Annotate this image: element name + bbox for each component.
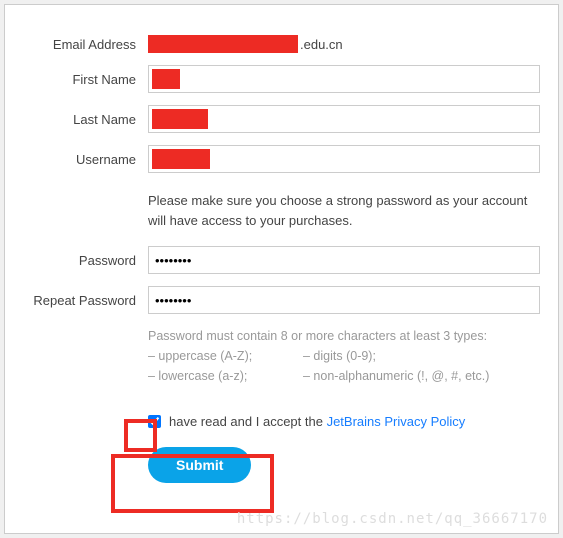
agree-row: have read and I accept the JetBrains Pri… <box>148 414 540 429</box>
hint-nonalpha: – non-alphanumeric (!, @, #, etc.) <box>303 366 540 386</box>
agree-checkbox[interactable] <box>148 415 161 428</box>
username-label: Username <box>23 152 148 167</box>
password-helper-text: Please make sure you choose a strong pas… <box>148 191 540 230</box>
hint-lowercase: – lowercase (a-z); <box>148 366 303 386</box>
submit-button[interactable]: Submit <box>148 447 251 483</box>
redacted-first-name <box>152 69 180 89</box>
privacy-policy-link[interactable]: JetBrains Privacy Policy <box>327 414 466 429</box>
row-last-name: Last Name <box>23 105 540 133</box>
redacted-last-name <box>152 109 208 129</box>
hint-uppercase: – uppercase (A-Z); <box>148 346 303 366</box>
repeat-password-input[interactable] <box>148 286 540 314</box>
row-password: Password <box>23 246 540 274</box>
last-name-label: Last Name <box>23 112 148 127</box>
redacted-username <box>152 149 210 169</box>
password-label: Password <box>23 253 148 268</box>
repeat-password-label: Repeat Password <box>23 293 148 308</box>
row-email: Email Address .edu.cn <box>23 35 540 53</box>
email-label: Email Address <box>23 37 148 52</box>
row-repeat-password: Repeat Password <box>23 286 540 314</box>
password-hint: Password must contain 8 or more characte… <box>148 326 540 386</box>
form-container: Email Address .edu.cn First Name Last Na… <box>4 4 559 534</box>
first-name-label: First Name <box>23 72 148 87</box>
watermark-text: https://blog.csdn.net/qq_36667170 <box>237 511 548 527</box>
row-username: Username <box>23 145 540 173</box>
hint-digits: – digits (0-9); <box>303 346 540 366</box>
email-suffix: .edu.cn <box>300 37 343 52</box>
hint-header: Password must contain 8 or more characte… <box>148 326 540 346</box>
redacted-email <box>148 35 298 53</box>
password-input[interactable] <box>148 246 540 274</box>
row-first-name: First Name <box>23 65 540 93</box>
email-value: .edu.cn <box>148 35 540 53</box>
first-name-input[interactable] <box>148 65 540 93</box>
agree-text: have read and I accept the <box>169 414 327 429</box>
